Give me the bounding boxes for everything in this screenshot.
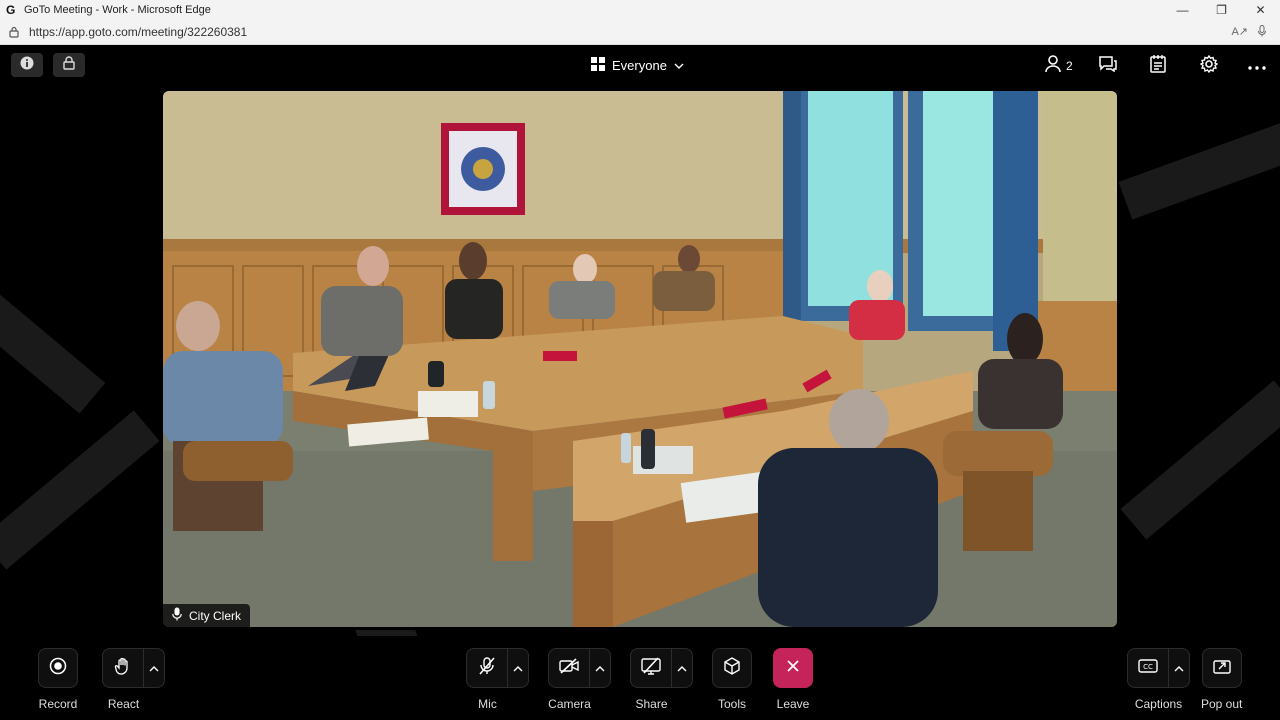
react-control[interactable]	[102, 648, 165, 688]
popout-button[interactable]: Pop out	[1201, 648, 1242, 711]
background-decoration	[1118, 120, 1280, 220]
chat-icon	[1099, 55, 1117, 77]
mic-options[interactable]	[507, 649, 528, 687]
mic-label: Mic	[478, 697, 497, 711]
cc-icon: CC	[1138, 658, 1158, 678]
share-off-icon	[641, 656, 661, 680]
record-label: Record	[38, 697, 78, 711]
tools-button[interactable]: Tools	[712, 648, 752, 711]
notes-button[interactable]	[1150, 54, 1166, 78]
tools-label: Tools	[717, 697, 746, 711]
chevron-up-icon	[513, 659, 523, 677]
share-main[interactable]	[631, 649, 671, 687]
grid-view-icon	[591, 56, 605, 74]
chevron-up-icon	[1174, 659, 1184, 677]
video-tile[interactable]	[163, 91, 1117, 627]
address-bar[interactable]: https://app.goto.com/meeting/322260381 A…	[0, 20, 1280, 45]
camera-options[interactable]	[589, 649, 610, 687]
window-title: GoTo Meeting - Work - Microsoft Edge	[24, 4, 211, 16]
captions-main[interactable]: CC	[1128, 649, 1168, 687]
camera-control[interactable]	[548, 648, 611, 688]
info-icon	[20, 56, 34, 75]
record-button[interactable]: Record	[38, 648, 78, 711]
mic-icon	[172, 607, 182, 624]
hand-icon	[114, 657, 132, 680]
share-label: Share	[635, 697, 668, 711]
mic-icon[interactable]	[1258, 24, 1266, 40]
record-control[interactable]	[38, 648, 78, 688]
browser-titlebar: G GoTo Meeting - Work - Microsoft Edge —…	[0, 0, 1280, 20]
url-text[interactable]: https://app.goto.com/meeting/322260381	[29, 25, 1231, 39]
restore-button[interactable]: ❐	[1202, 0, 1241, 20]
view-label: Everyone	[612, 57, 667, 73]
mic-off-icon	[478, 656, 496, 680]
more-icon	[1248, 57, 1266, 75]
share-button[interactable]: Share	[630, 648, 693, 711]
chat-button[interactable]	[1099, 55, 1117, 77]
leave-control[interactable]	[773, 648, 813, 688]
speaker-name-tag: City Clerk	[163, 604, 251, 627]
popout-label: Pop out	[1201, 697, 1243, 711]
background-decoration	[0, 286, 106, 414]
chevron-up-icon	[595, 659, 605, 677]
background-decoration	[0, 410, 160, 570]
close-window-button[interactable]: ✕	[1241, 0, 1280, 20]
camera-off-icon	[559, 657, 579, 679]
more-options-button[interactable]	[1248, 55, 1266, 77]
react-options[interactable]	[143, 649, 164, 687]
lock-icon[interactable]	[9, 26, 21, 38]
share-options[interactable]	[671, 649, 692, 687]
settings-button[interactable]	[1199, 54, 1219, 78]
mic-button[interactable]: Mic	[466, 648, 529, 711]
participant-count: 2	[1066, 59, 1073, 73]
camera-main[interactable]	[549, 649, 589, 687]
captions-label: Captions	[1134, 697, 1183, 711]
captions-options[interactable]	[1168, 649, 1189, 687]
meeting-toolbar: Record React Mic Camera Share Tools Leav…	[0, 636, 1280, 720]
record-icon	[49, 657, 67, 680]
tools-control[interactable]	[712, 648, 752, 688]
captions-control[interactable]: CC	[1127, 648, 1190, 688]
background-decoration	[1120, 380, 1280, 540]
speaker-name: City Clerk	[189, 608, 242, 623]
lock-meeting-button[interactable]	[53, 53, 85, 77]
close-icon	[786, 659, 800, 678]
chevron-up-icon	[149, 659, 159, 677]
mic-control[interactable]	[466, 648, 529, 688]
video-feed-scene	[163, 91, 1117, 627]
lock-icon	[63, 55, 75, 75]
meeting-topbar: Everyone 2	[0, 45, 1280, 85]
react-label: React	[107, 697, 140, 711]
leave-label: Leave	[776, 697, 810, 711]
view-selector[interactable]: Everyone	[591, 55, 684, 75]
participants-button[interactable]: 2	[1045, 54, 1073, 78]
react-main[interactable]	[103, 649, 143, 687]
goto-logo-icon: G	[6, 3, 16, 17]
share-control[interactable]	[630, 648, 693, 688]
camera-label: Camera	[548, 697, 591, 711]
cube-icon	[723, 656, 741, 680]
notes-icon	[1150, 54, 1166, 78]
mic-main[interactable]	[467, 649, 507, 687]
leave-button[interactable]: Leave	[773, 648, 813, 711]
gear-icon	[1199, 54, 1219, 78]
chevron-up-icon	[677, 659, 687, 677]
person-icon	[1045, 54, 1061, 78]
minimize-button[interactable]: —	[1163, 0, 1202, 20]
popout-icon	[1212, 658, 1231, 679]
info-button[interactable]	[11, 53, 43, 77]
popout-control[interactable]	[1201, 648, 1242, 688]
react-button[interactable]: React	[102, 648, 165, 711]
chevron-down-icon	[674, 58, 684, 73]
captions-button[interactable]: CC Captions	[1127, 648, 1190, 711]
read-aloud-icon[interactable]: A↗	[1231, 25, 1248, 40]
camera-button[interactable]: Camera	[548, 648, 611, 711]
svg-text:CC: CC	[1143, 663, 1153, 671]
